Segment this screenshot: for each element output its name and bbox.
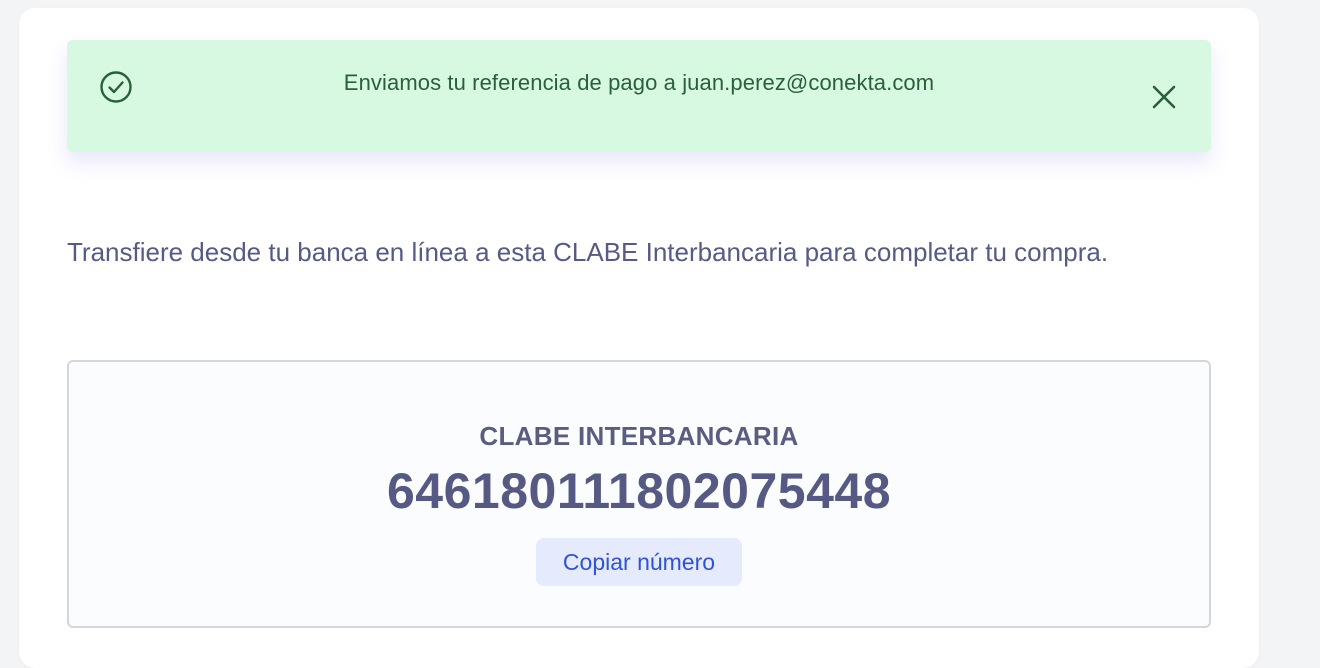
clabe-panel: CLABE INTERBANCARIA 646180111802075448 C…: [67, 360, 1211, 628]
success-alert: Enviamos tu referencia de pago a juan.pe…: [67, 40, 1211, 152]
close-icon[interactable]: [1149, 82, 1179, 112]
clabe-number: 646180111802075448: [386, 463, 892, 519]
alert-message: Enviamos tu referencia de pago a juan.pe…: [343, 70, 935, 95]
copy-number-button[interactable]: Copiar número: [536, 538, 742, 586]
clabe-label: CLABE INTERBANCARIA: [479, 421, 799, 451]
transfer-instructions: Transfiere desde tu banca en línea a est…: [67, 237, 1109, 267]
payment-card: Enviamos tu referencia de pago a juan.pe…: [19, 8, 1259, 668]
